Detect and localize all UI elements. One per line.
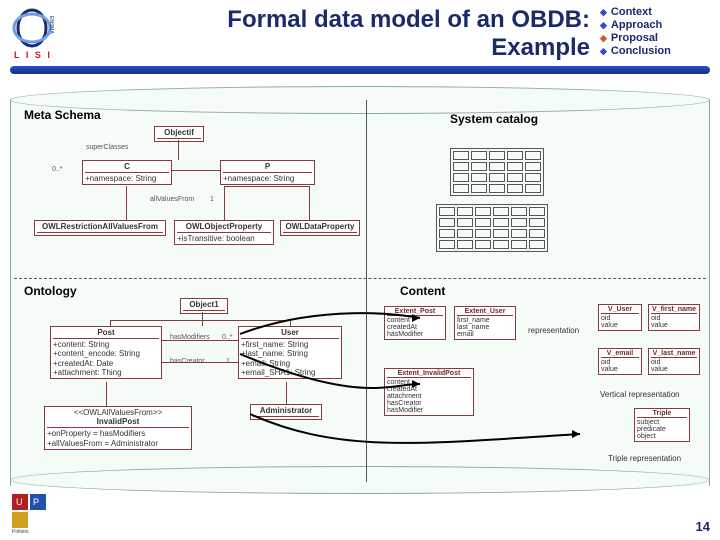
ensma-lisi-logo: ENSMA L I S I	[10, 6, 66, 62]
class-p: P +namespace: String	[220, 160, 315, 185]
slide-title: Formal data model of an OBDB: Example	[74, 6, 600, 61]
class-objectif: Objectif	[154, 126, 204, 142]
class-invalidpost: <<OWLAllValuesFrom>> InvalidPost +onProp…	[44, 406, 192, 450]
triple: Triple subject predicate object	[634, 408, 690, 442]
bullet-icon: ◆	[600, 20, 607, 31]
v-lastname: V_last_name oid value	[648, 348, 700, 375]
svg-text:U: U	[16, 497, 23, 507]
svg-text:Poitiers: Poitiers	[12, 529, 29, 534]
label-allvaluesfrom: allValuesFrom	[150, 196, 194, 203]
nav-proposal: ◆Proposal	[600, 32, 710, 44]
nav-approach: ◆Approach	[600, 19, 710, 31]
page-number: 14	[696, 519, 710, 534]
outline-nav: ◆Context ◆Approach ◆Proposal ◆Conclusion	[600, 6, 710, 58]
mult-1: 1	[210, 196, 214, 203]
svg-text:ENSMA: ENSMA	[48, 16, 54, 34]
mult-0star: 0..*	[52, 166, 63, 173]
title-line-2: Example	[74, 34, 590, 62]
label-ontology: Ontology	[24, 284, 77, 298]
class-owl-dataprop: OWLDataProperty	[280, 220, 360, 236]
label-triple-rep: Triple representation	[608, 454, 681, 463]
nav-context: ◆Context	[600, 6, 710, 18]
title-line-1: Formal data model of an OBDB:	[74, 6, 590, 34]
svg-text:L I S I: L I S I	[14, 50, 52, 60]
class-owl-restriction: OWLRestrictionAllValuesFrom	[34, 220, 166, 236]
label-system-catalog: System catalog	[450, 112, 538, 126]
class-post: Post +content: String +content_encode: S…	[50, 326, 162, 379]
v-user: V_User oid value	[598, 304, 642, 331]
universite-poitiers-logo: U P Poitiers	[10, 492, 52, 534]
header-divider	[10, 66, 710, 74]
svg-text:P: P	[33, 497, 39, 507]
label-meta-schema: Meta Schema	[24, 108, 101, 122]
horizontal-divider	[14, 278, 706, 279]
meta-schema-pane: Objectif superClasses C +namespace: Stri…	[34, 126, 354, 274]
content-pane: Extent_Post content createdAt hasModifie…	[380, 298, 700, 478]
bullet-icon: ◆	[600, 33, 607, 44]
bullet-icon: ◆	[600, 46, 607, 57]
bullet-icon: ◆	[600, 7, 607, 18]
label-vertical-rep: Vertical representation	[600, 390, 680, 399]
mapping-arrows-icon	[220, 294, 600, 474]
label-superclasses: superClasses	[86, 144, 128, 151]
system-catalog-pane	[390, 130, 690, 274]
nav-conclusion: ◆Conclusion	[600, 45, 710, 57]
class-owl-objprop: OWLObjectProperty +isTransitive: boolean	[174, 220, 274, 245]
v-firstname: V_first_name oid value	[648, 304, 700, 331]
database-cylinder: Meta Schema System catalog Ontology Cont…	[10, 86, 710, 494]
class-c: C +namespace: String	[82, 160, 172, 185]
v-email: V_email oid value	[598, 348, 642, 375]
